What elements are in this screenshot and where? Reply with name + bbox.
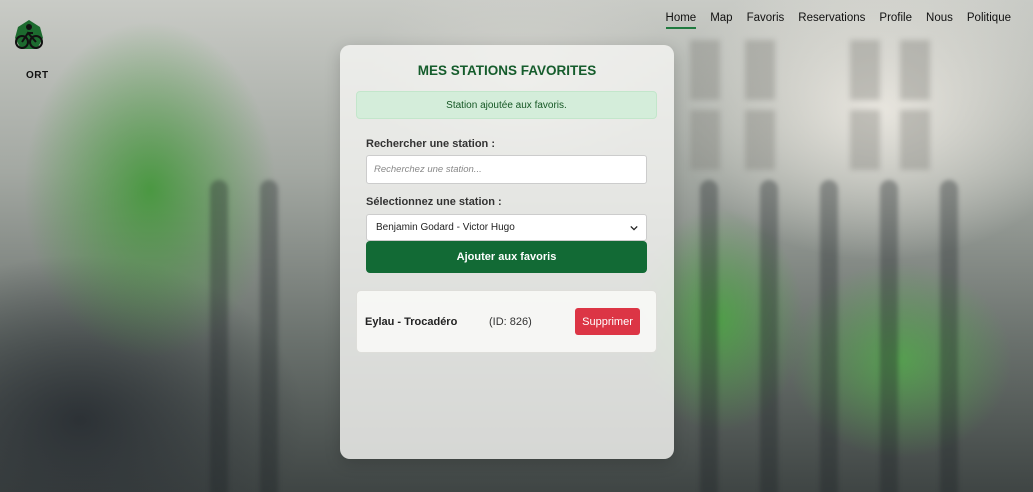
station-select[interactable]: Benjamin Godard - Victor Hugo: [366, 214, 647, 241]
search-input[interactable]: [366, 155, 647, 184]
nav-home[interactable]: Home: [665, 12, 697, 29]
main-nav: Home Map Favoris Reservations Profile No…: [665, 12, 1011, 29]
nav-map[interactable]: Map: [710, 12, 732, 29]
delete-favorite-button[interactable]: Supprimer: [575, 308, 640, 335]
search-label: Rechercher une station :: [366, 138, 495, 150]
favorite-item: Eylau - Trocadéro (ID: 826) Supprimer: [356, 290, 657, 353]
nav-reservations[interactable]: Reservations: [798, 12, 865, 29]
nav-nous[interactable]: Nous: [926, 12, 953, 29]
nav-favoris[interactable]: Favoris: [747, 12, 785, 29]
success-alert: Station ajoutée aux favoris.: [356, 91, 657, 119]
logo-text: ORT: [26, 70, 49, 81]
select-label: Sélectionnez une station :: [366, 196, 502, 208]
chevron-down-icon: [630, 225, 638, 231]
station-select-value: Benjamin Godard - Victor Hugo: [376, 222, 515, 233]
favorite-station-name: Eylau - Trocadéro: [365, 316, 458, 328]
page-title: MES STATIONS FAVORITES: [417, 63, 597, 78]
favorites-card: MES STATIONS FAVORITES Station ajoutée a…: [340, 45, 674, 459]
nav-profile[interactable]: Profile: [879, 12, 912, 29]
logo[interactable]: ORT: [10, 18, 48, 81]
bike-logo-icon: [15, 20, 43, 49]
favorite-station-id: (ID: 826): [489, 316, 532, 328]
nav-politique[interactable]: Politique: [967, 12, 1011, 29]
add-favorite-button[interactable]: Ajouter aux favoris: [366, 241, 647, 273]
